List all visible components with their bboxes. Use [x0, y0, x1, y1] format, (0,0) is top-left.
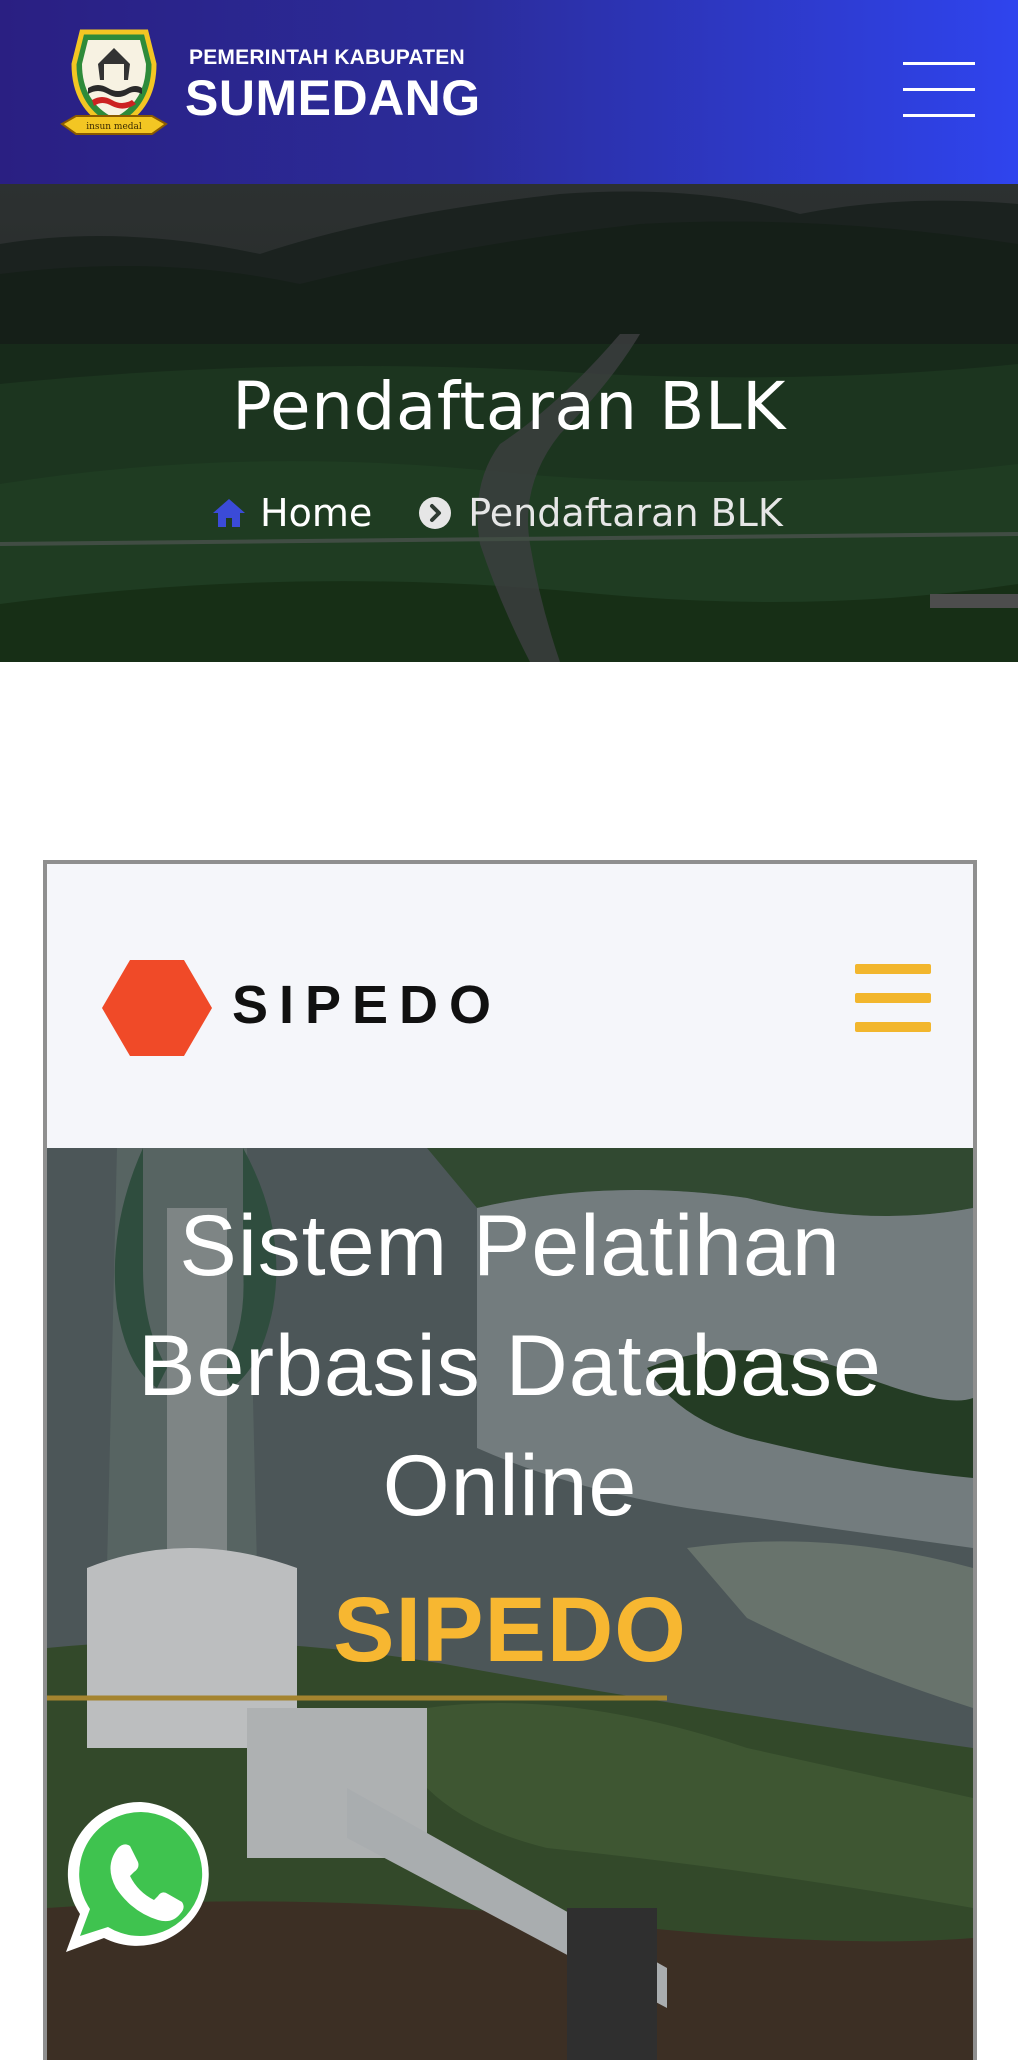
hamburger-icon-bar-bottom — [903, 114, 975, 117]
sipedo-menu-button[interactable] — [855, 964, 931, 1032]
header-title-line2: SUMEDANG — [185, 70, 481, 126]
breadcrumb-current: Pendaftaran BLK — [468, 491, 783, 535]
hamburger-icon-bar-bottom — [855, 1022, 931, 1032]
sipedo-hero-title: Sistem Pelatihan Berbasis Database Onlin… — [138, 1198, 882, 1534]
sumedang-emblem-icon[interactable]: insun medal — [58, 24, 170, 142]
main-menu-button[interactable] — [903, 62, 975, 118]
hamburger-icon-bar-middle — [855, 993, 931, 1003]
hamburger-icon-bar-top — [903, 62, 975, 65]
header-title-line1: PEMERINTAH KABUPATEN — [189, 46, 465, 69]
hamburger-icon-bar-middle — [903, 88, 975, 91]
home-icon — [213, 499, 245, 527]
hexagon-logo-icon[interactable] — [102, 960, 212, 1056]
page-title: Pendaftaran BLK — [232, 368, 786, 445]
page-hero: Pendaftaran BLK Home Pendaftaran BLK — [0, 184, 1018, 662]
site-header: insun medal PEMERINTAH KABUPATEN SUMEDAN… — [0, 0, 1018, 184]
breadcrumb: Home Pendaftaran BLK — [212, 488, 832, 538]
hamburger-icon-bar-top — [855, 964, 931, 974]
svg-text:insun medal: insun medal — [86, 122, 142, 132]
chevron-circle-right-icon — [419, 497, 452, 529]
sipedo-brand[interactable]: SIPEDO — [232, 974, 502, 1036]
breadcrumb-home-link[interactable]: Home — [260, 491, 372, 535]
whatsapp-icon[interactable] — [60, 1796, 222, 1958]
sipedo-navbar: SIPEDO — [47, 864, 973, 1148]
sipedo-hero-highlight: SIPEDO — [333, 1579, 687, 1681]
